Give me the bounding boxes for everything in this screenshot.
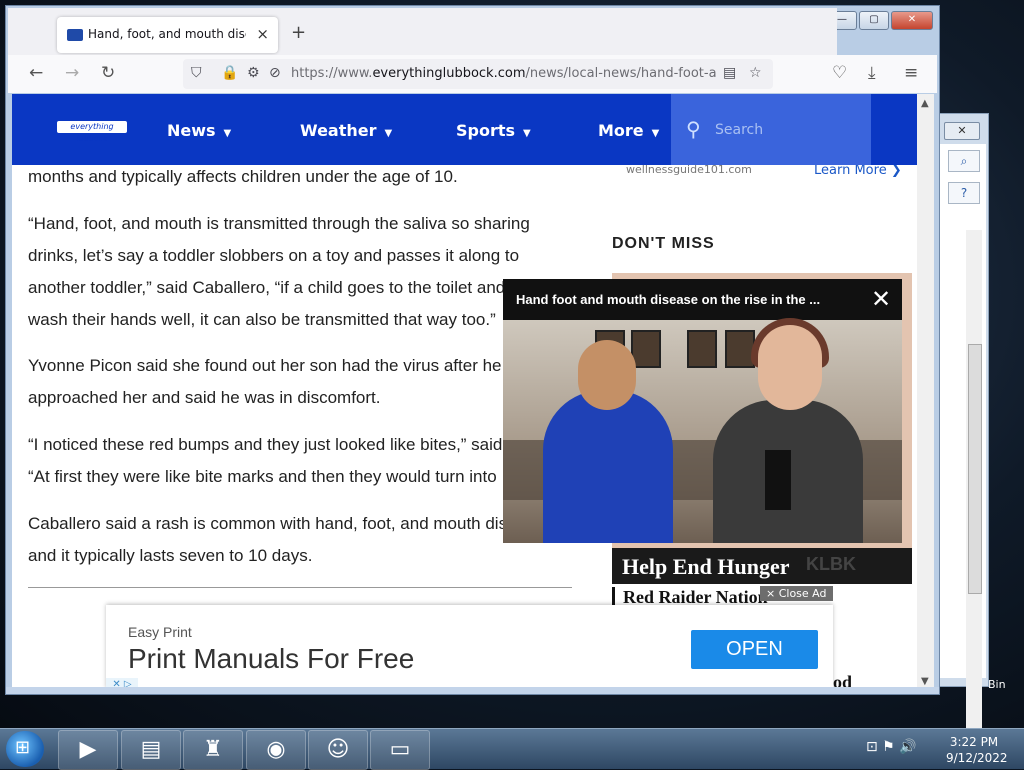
- nav-news[interactable]: News ▼: [167, 121, 231, 140]
- video-microphone: [765, 450, 791, 510]
- video-wall-frame: [631, 330, 661, 368]
- close-window-button[interactable]: ✕: [891, 11, 933, 30]
- search-placeholder: Search: [715, 122, 764, 138]
- nav-sports[interactable]: Sports ▼: [456, 121, 531, 140]
- card-banner-text: Help End Hunger: [622, 554, 790, 579]
- close-icon[interactable]: ✕: [871, 285, 891, 313]
- video-person-left: [543, 340, 673, 543]
- firefox-icon[interactable]: ◉: [246, 730, 306, 770]
- ad-headline[interactable]: Print Manuals For Free: [128, 643, 414, 675]
- clock-date: 9/12/2022: [946, 751, 1008, 765]
- article-paragraph: months and typically affects children un…: [28, 167, 458, 186]
- background-window[interactable]: ✕ ⌕ ?: [940, 113, 989, 750]
- media-player-icon[interactable]: ▶: [58, 730, 118, 770]
- divider: [28, 587, 572, 588]
- chevron-down-icon: ▼: [651, 128, 660, 139]
- permissions-icon[interactable]: ⚙: [247, 65, 260, 81]
- nav-sports-label: Sports: [456, 121, 516, 140]
- ad-brand: Easy Print: [128, 624, 192, 640]
- nav-more[interactable]: More ▼: [598, 121, 659, 140]
- nav-news-label: News: [167, 121, 216, 140]
- video-person-right-head: [758, 325, 822, 410]
- back-arrow-icon[interactable]: ←: [29, 63, 43, 83]
- address-bar[interactable]: ⛉ 🔒 ⚙ ⊘ https://www.everythinglubbock.co…: [183, 59, 773, 89]
- window-controls: — ▢ ✕: [827, 11, 933, 30]
- learn-more-link[interactable]: Learn More ❯: [814, 163, 902, 178]
- chevron-down-icon: ▼: [523, 128, 531, 139]
- page-scrollbar[interactable]: ▲ ▼: [917, 94, 934, 689]
- discord-icon[interactable]: ☺: [308, 730, 368, 770]
- article-paragraph: “I noticed these red bumps and they just…: [28, 435, 555, 486]
- windows-logo-icon: ⊞: [15, 737, 31, 758]
- nav-more-label: More: [598, 121, 644, 140]
- dont-miss-card-banner[interactable]: Help End Hunger KLBK: [612, 548, 912, 584]
- search-icon: ⚲: [686, 117, 701, 141]
- background-window-close-button[interactable]: ✕: [944, 122, 980, 140]
- nav-weather-label: Weather: [300, 121, 377, 140]
- video-frame[interactable]: [503, 318, 902, 543]
- browser-window: — ▢ ✕ Hand, foot, and mouth disease × + …: [5, 5, 940, 695]
- station-logo: KLBK: [806, 554, 856, 574]
- article-paragraph: Caballero said a rash is common with han…: [28, 514, 544, 565]
- file-explorer-icon[interactable]: ▭: [370, 730, 430, 770]
- tab-title: Hand, foot, and mouth disease: [88, 27, 246, 41]
- chevron-down-icon: ▼: [223, 128, 232, 139]
- bookmark-star-icon[interactable]: ☆: [749, 65, 762, 81]
- lock-icon[interactable]: 🔒: [221, 65, 238, 81]
- site-favicon-icon: [67, 29, 83, 41]
- chevron-down-icon: ▼: [384, 128, 393, 139]
- reload-icon[interactable]: ↻: [101, 63, 115, 83]
- game-app-icon[interactable]: ♜: [183, 730, 243, 770]
- article-paragraph: “Hand, foot, and mouth is transmitted th…: [28, 214, 565, 329]
- nav-weather[interactable]: Weather ▼: [300, 121, 392, 140]
- clock[interactable]: 3:22 PM 9/12/2022: [946, 734, 1008, 766]
- tracking-blocked-icon[interactable]: ⊘: [269, 65, 281, 81]
- bottom-ad[interactable]: Easy Print Print Manuals For Free OPEN ✕…: [106, 605, 833, 689]
- dont-miss-heading: DON'T MISS: [612, 235, 715, 252]
- window-frame-bottom: [6, 687, 939, 694]
- scroll-up-icon[interactable]: ▲: [921, 98, 929, 109]
- menu-icon[interactable]: ≡: [904, 63, 918, 83]
- search-icon[interactable]: ⌕: [948, 150, 980, 172]
- clock-time: 3:22 PM: [949, 735, 999, 749]
- taskbar: ⊞ ▶ ▤ ♜ ◉ ☺ ▭ ⊡ ⚑ 🔊 3:22 PM 9/12/2022: [0, 728, 1024, 770]
- url-text[interactable]: https://www.everythinglubbock.com/news/l…: [291, 66, 716, 81]
- ad-open-button[interactable]: OPEN: [691, 630, 818, 669]
- pocket-icon[interactable]: ♡: [832, 63, 847, 83]
- background-window-scroll-thumb[interactable]: [968, 344, 982, 594]
- shield-icon[interactable]: ⛉: [191, 65, 202, 81]
- tab-strip: Hand, foot, and mouth disease × +: [8, 8, 837, 55]
- downloads-icon[interactable]: ⤓: [868, 63, 876, 83]
- video-wall-frame: [687, 330, 717, 368]
- scroll-down-icon[interactable]: ▼: [921, 676, 929, 687]
- recycle-bin-label[interactable]: Bin: [988, 678, 1006, 691]
- reader-view-icon[interactable]: ▤: [723, 65, 736, 81]
- forward-arrow-icon[interactable]: →: [65, 63, 79, 83]
- browser-tab[interactable]: Hand, foot, and mouth disease ×: [57, 17, 278, 53]
- site-logo[interactable]: everything lubbock: [57, 121, 127, 143]
- tab-close-icon[interactable]: ×: [256, 25, 269, 43]
- system-tray[interactable]: ⊡ ⚑ 🔊: [866, 739, 917, 755]
- site-search[interactable]: ⚲ Search: [671, 94, 871, 165]
- maximize-button[interactable]: ▢: [859, 11, 889, 30]
- video-person-left-head: [578, 340, 636, 410]
- site-header: everything lubbock News ▼ Weather ▼ Sports…: [12, 94, 917, 165]
- new-tab-button[interactable]: +: [291, 22, 306, 43]
- article-paragraph: Yvonne Picon said she found out her son …: [28, 356, 502, 407]
- video-wall-frame: [725, 330, 755, 368]
- floating-video-player[interactable]: Hand foot and mouth disease on the rise …: [503, 279, 902, 543]
- close-ad-button[interactable]: × Close Ad: [760, 586, 833, 601]
- video-title: Hand foot and mouth disease on the rise …: [516, 292, 821, 307]
- document-app-icon[interactable]: ▤: [121, 730, 181, 770]
- web-page: months and typically affects children un…: [12, 94, 917, 689]
- start-button[interactable]: ⊞: [6, 731, 44, 767]
- help-icon[interactable]: ?: [948, 182, 980, 204]
- navigation-toolbar: ← → ↻ ⛉ 🔒 ⚙ ⊘ https://www.everythinglubb…: [8, 55, 937, 93]
- video-header: Hand foot and mouth disease on the rise …: [503, 279, 902, 320]
